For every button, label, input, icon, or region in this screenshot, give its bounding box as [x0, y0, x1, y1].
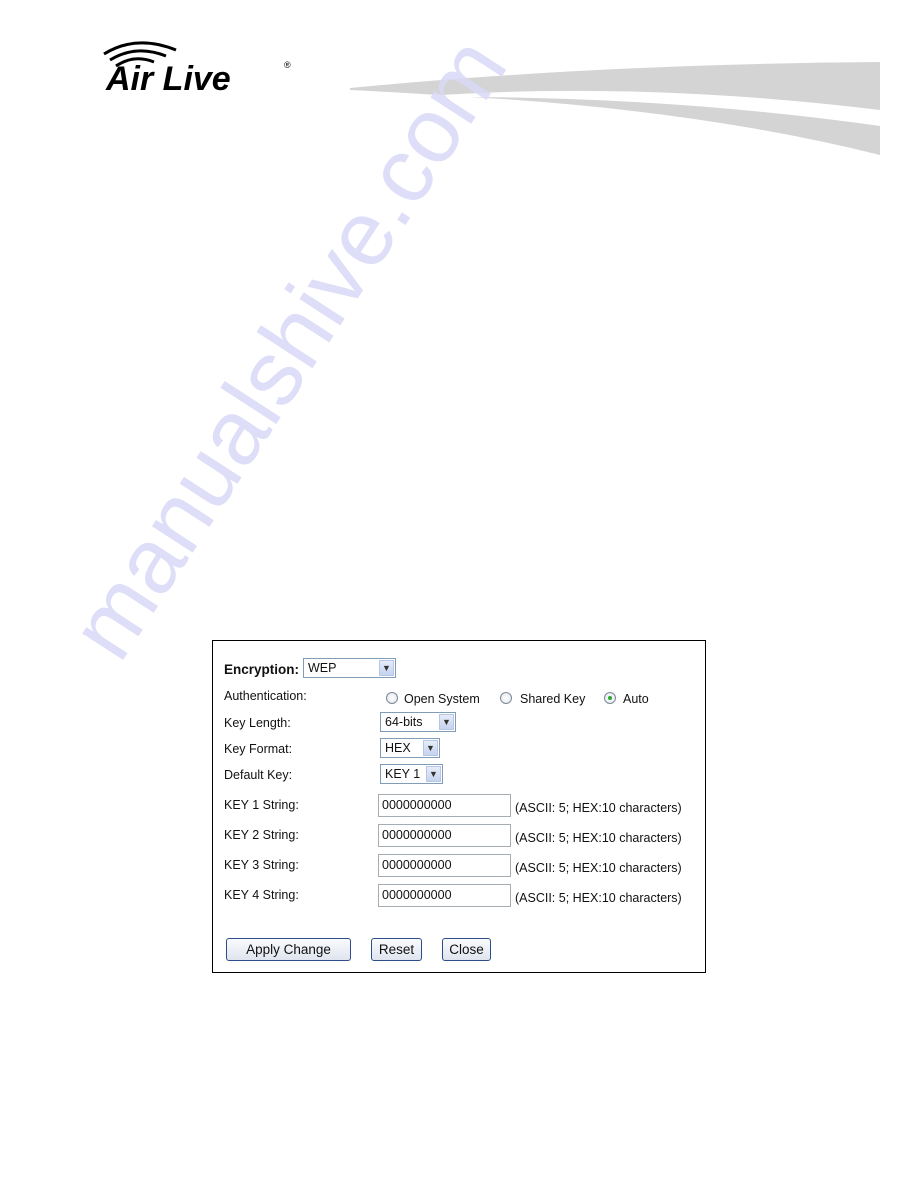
- key4-hint: (ASCII: 5; HEX:10 characters): [515, 891, 682, 905]
- key1-hint: (ASCII: 5; HEX:10 characters): [515, 801, 682, 815]
- header-swoosh: [350, 62, 880, 155]
- key-format-value: HEX: [385, 741, 411, 755]
- key4-input[interactable]: 0000000000: [378, 884, 511, 907]
- close-button[interactable]: Close: [442, 938, 491, 961]
- encryption-value: WEP: [308, 661, 337, 675]
- key-format-select[interactable]: HEX ▼: [380, 738, 440, 758]
- chevron-down-icon: ▼: [426, 766, 441, 782]
- key-format-label: Key Format:: [224, 742, 293, 756]
- encryption-label: Encryption:: [224, 662, 300, 677]
- key-length-label: Key Length:: [224, 716, 291, 730]
- svg-text:®: ®: [284, 60, 291, 70]
- key3-hint: (ASCII: 5; HEX:10 characters): [515, 861, 682, 875]
- key2-input[interactable]: 0000000000: [378, 824, 511, 847]
- encryption-select[interactable]: WEP ▼: [303, 658, 396, 678]
- default-key-value: KEY 1: [385, 767, 421, 781]
- airlive-logo: Air Live ®: [103, 41, 291, 96]
- default-key-label: Default Key:: [224, 768, 293, 782]
- wep-settings-form: Encryption: WEP ▼ Authentication: Open Sy…: [212, 640, 706, 973]
- key1-label: KEY 1 String:: [224, 798, 299, 812]
- chevron-down-icon: ▼: [379, 660, 394, 676]
- chevron-down-icon: ▼: [439, 714, 454, 730]
- authentication-label: Authentication:: [224, 689, 307, 703]
- key2-label: KEY 2 String:: [224, 828, 299, 842]
- key3-input[interactable]: 0000000000: [378, 854, 511, 877]
- reset-button[interactable]: Reset: [371, 938, 422, 961]
- key2-hint: (ASCII: 5; HEX:10 characters): [515, 831, 682, 845]
- svg-text:Air Live: Air Live: [105, 60, 231, 96]
- key-length-select[interactable]: 64-bits ▼: [380, 712, 456, 732]
- shared-key-label: Shared Key: [520, 692, 586, 706]
- key4-label: KEY 4 String:: [224, 888, 299, 902]
- radio-shared-key[interactable]: [500, 692, 512, 704]
- key1-input[interactable]: 0000000000: [378, 794, 511, 817]
- key-length-value: 64-bits: [385, 715, 423, 729]
- default-key-select[interactable]: KEY 1 ▼: [380, 764, 443, 784]
- apply-change-button[interactable]: Apply Change: [226, 938, 351, 961]
- open-system-label: Open System: [404, 692, 480, 706]
- key3-label: KEY 3 String:: [224, 858, 299, 872]
- radio-open-system[interactable]: [386, 692, 398, 704]
- radio-auto[interactable]: [604, 692, 616, 704]
- chevron-down-icon: ▼: [423, 740, 438, 756]
- auto-label: Auto: [623, 692, 649, 706]
